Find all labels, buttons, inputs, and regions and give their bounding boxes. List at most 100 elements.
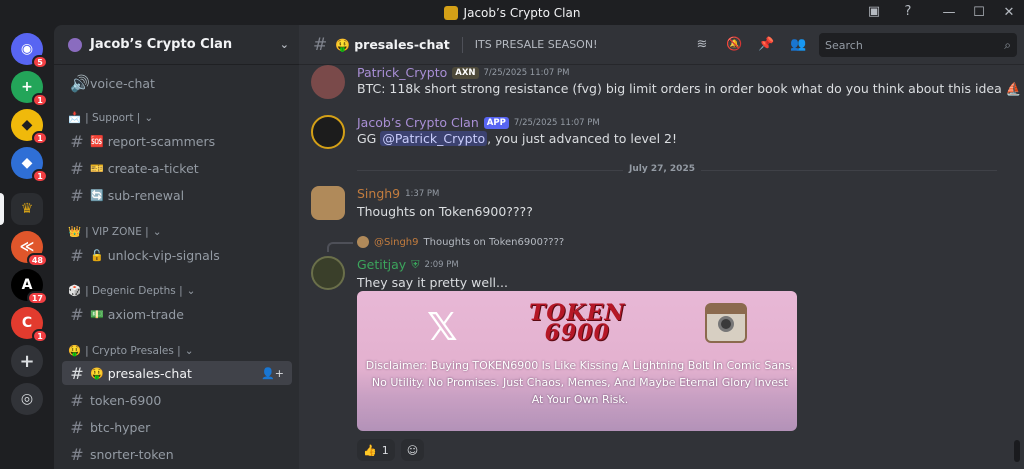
timestamp: 7/25/2025 11:07 PM — [483, 67, 570, 78]
hashtag-icon: # — [70, 158, 84, 178]
category-vip-zone[interactable]: 👑 | VIP ZONE | ⌄ — [68, 225, 162, 239]
avatar[interactable] — [311, 115, 345, 149]
category-support[interactable]: 📩 | Support | ⌄ — [68, 111, 153, 125]
notification-badge: 48 — [26, 253, 48, 267]
category-label: | VIP ZONE | — [85, 225, 149, 238]
help-icon[interactable]: ? — [900, 4, 916, 20]
notification-badge: 1 — [32, 131, 48, 145]
hashtag-icon: # — [70, 304, 84, 324]
avatar[interactable] — [311, 65, 345, 99]
guild-header[interactable]: Jacob’s Crypto Clan ⌄ — [54, 25, 299, 65]
author-name[interactable]: Patrick_Crypto — [357, 65, 447, 80]
shield-badge-icon: ⛨ — [411, 257, 420, 271]
invite-member-icon[interactable]: 👤+ — [261, 367, 284, 380]
compass-icon: ◎ — [20, 391, 34, 407]
category-emoji: 🎲 — [68, 285, 82, 297]
server-icon-2[interactable]: ◆ 1 — [11, 109, 48, 145]
member-list-icon[interactable]: 👥 — [790, 37, 806, 53]
channel-emoji: 🔄 — [90, 188, 104, 202]
date-divider-label: July 27, 2025 — [623, 164, 701, 174]
server-tag-badge: AXN — [452, 66, 479, 79]
server-icon-3[interactable]: ◆ 1 — [11, 147, 48, 183]
search-input[interactable]: Search ⌕ — [819, 33, 1017, 57]
image-attachment[interactable]: 𝕏 TOKEN 6900 Disclaimer: Buying TOKEN690… — [357, 291, 797, 431]
channel-sub-renewal[interactable]: # 🔄 sub-renewal — [62, 183, 292, 207]
reply-preview[interactable]: @Singh9 Thoughts on Token6900???? — [357, 236, 564, 248]
user-mention[interactable]: @Patrick_Crypto — [380, 131, 488, 146]
server-icon-5[interactable]: ≪ 48 — [11, 231, 48, 267]
explore-servers-button[interactable]: ◎ — [11, 383, 43, 415]
category-crypto-presales[interactable]: 🤑 | Crypto Presales | ⌄ — [68, 344, 194, 358]
category-label: | Crypto Presales | — [85, 344, 181, 357]
server-icon-axiom[interactable]: A 17 — [11, 269, 48, 305]
plus-icon: + — [19, 350, 35, 372]
author-name[interactable]: Getitjay — [357, 257, 406, 272]
channel-unlock-vip-signals[interactable]: # 🔓 unlock-vip-signals — [62, 243, 292, 267]
add-reaction-button[interactable]: ☺ — [400, 439, 425, 461]
server-icon-7[interactable]: C 1 — [11, 307, 48, 343]
mute-bell-icon[interactable]: 🔕 — [726, 37, 742, 53]
voice-channel[interactable]: 🔊 voice-chat — [62, 71, 292, 95]
channel-report-scammers[interactable]: # 🆘 report-scammers — [62, 129, 292, 153]
maximize-button[interactable]: ☐ — [964, 5, 994, 20]
avatar[interactable] — [311, 186, 345, 220]
text-suffix: , you just advanced to level 2! — [487, 131, 678, 146]
author-name[interactable]: Jacob’s Crypto Clan — [357, 115, 479, 130]
screen-share-icon[interactable]: ▣ — [866, 4, 882, 20]
channel-label: token-6900 — [90, 392, 162, 408]
smiley-icon: ☺ — [406, 443, 419, 457]
channel-presales-chat[interactable]: # 🤑 presales-chat 👤+ — [62, 361, 292, 385]
message-header: Singh9 1:37 PM — [357, 186, 439, 201]
channel-snorter-token[interactable]: # snorter-token — [62, 442, 292, 466]
author-name[interactable]: Singh9 — [357, 186, 400, 201]
c-logo-icon: C — [21, 315, 33, 331]
channel-sidebar: Jacob’s Crypto Clan ⌄ 🔊 voice-chat 📩 | S… — [54, 25, 299, 469]
channel-topic[interactable]: ITS PRESALE SEASON! — [475, 38, 598, 51]
close-button[interactable]: ✕ — [994, 5, 1024, 20]
channel-label: voice-chat — [90, 75, 155, 91]
channel-emoji: 🔓 — [90, 248, 104, 262]
channel-btc-hyper[interactable]: # btc-hyper — [62, 415, 292, 439]
message-header: Jacob’s Crypto Clan APP 7/25/2025 11:07 … — [357, 115, 600, 130]
instagram-icon — [705, 303, 747, 343]
notification-badge: 5 — [32, 55, 48, 69]
channel-title: presales-chat — [354, 37, 450, 52]
hashtag-icon: # — [70, 417, 84, 437]
diamond-icon: ◆ — [21, 117, 33, 133]
reply-spine — [327, 242, 353, 252]
search-placeholder: Search — [825, 38, 863, 52]
discord-home-button[interactable]: ◉ 5 — [11, 33, 48, 69]
channel-create-a-ticket[interactable]: # 🎫 create-a-ticket — [62, 156, 292, 180]
discord-logo-icon: ◉ — [20, 41, 34, 57]
x-logo-icon: 𝕏 — [427, 305, 458, 349]
speaker-icon: 🔊 — [70, 73, 90, 93]
pin-icon[interactable]: 📌 — [758, 37, 774, 53]
reaction-thumbs-up[interactable]: 👍 1 — [357, 439, 395, 461]
active-server-indicator — [0, 193, 4, 225]
app-logo-icon — [443, 5, 458, 20]
channel-label: report-scammers — [107, 133, 216, 149]
channel-axiom-trade[interactable]: # 💵 axiom-trade — [62, 302, 292, 326]
chat-scrollbar[interactable] — [1014, 440, 1020, 462]
hashtag-icon: # — [70, 131, 84, 151]
channel-label: presales-chat — [107, 365, 192, 381]
server-icon-1[interactable]: + 1 — [11, 71, 48, 107]
header-toolbar: ≋ 🔕 📌 👥 — [694, 37, 807, 53]
channel-label: create-a-ticket — [107, 160, 199, 176]
category-degenic-depths[interactable]: 🎲 | Degenic Depths | ⌄ — [68, 284, 195, 298]
add-server-button[interactable]: + — [11, 345, 43, 377]
threads-icon[interactable]: ≋ — [694, 37, 710, 53]
minimize-button[interactable]: — — [934, 5, 964, 20]
category-label: | Support | — [85, 111, 141, 124]
channel-emoji: 🤑 — [90, 366, 104, 380]
hashtag-icon: # — [70, 363, 84, 383]
header-divider — [461, 36, 463, 53]
server-icon-jacobs-crypto-clan[interactable]: ♛ — [11, 193, 43, 225]
channel-token-6900[interactable]: # token-6900 — [62, 388, 292, 412]
disclaimer-text: Disclaimer: Buying TOKEN6900 Is Like Kis… — [365, 359, 795, 406]
avatar[interactable] — [311, 256, 345, 290]
chevron-down-icon: ⌄ — [184, 344, 194, 357]
channel-emoji: 💵 — [90, 307, 104, 321]
guild-icon — [68, 37, 82, 52]
timestamp: 1:37 PM — [405, 188, 440, 199]
